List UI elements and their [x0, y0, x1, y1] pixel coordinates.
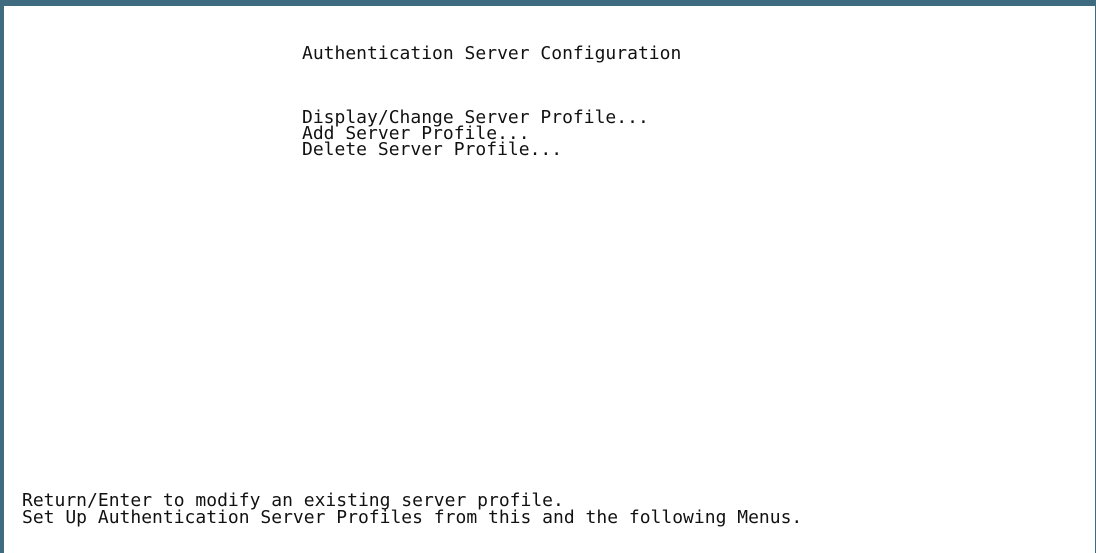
screen-title: Authentication Server Configuration — [302, 43, 682, 64]
status-line-info: Set Up Authentication Server Profiles fr… — [22, 507, 803, 528]
terminal-screen: Authentication Server Configuration Disp… — [0, 0, 1096, 553]
menu-item-delete-server-profile[interactable]: Delete Server Profile... — [302, 141, 649, 159]
menu-list: Display/Change Server Profile... Add Ser… — [302, 109, 649, 159]
